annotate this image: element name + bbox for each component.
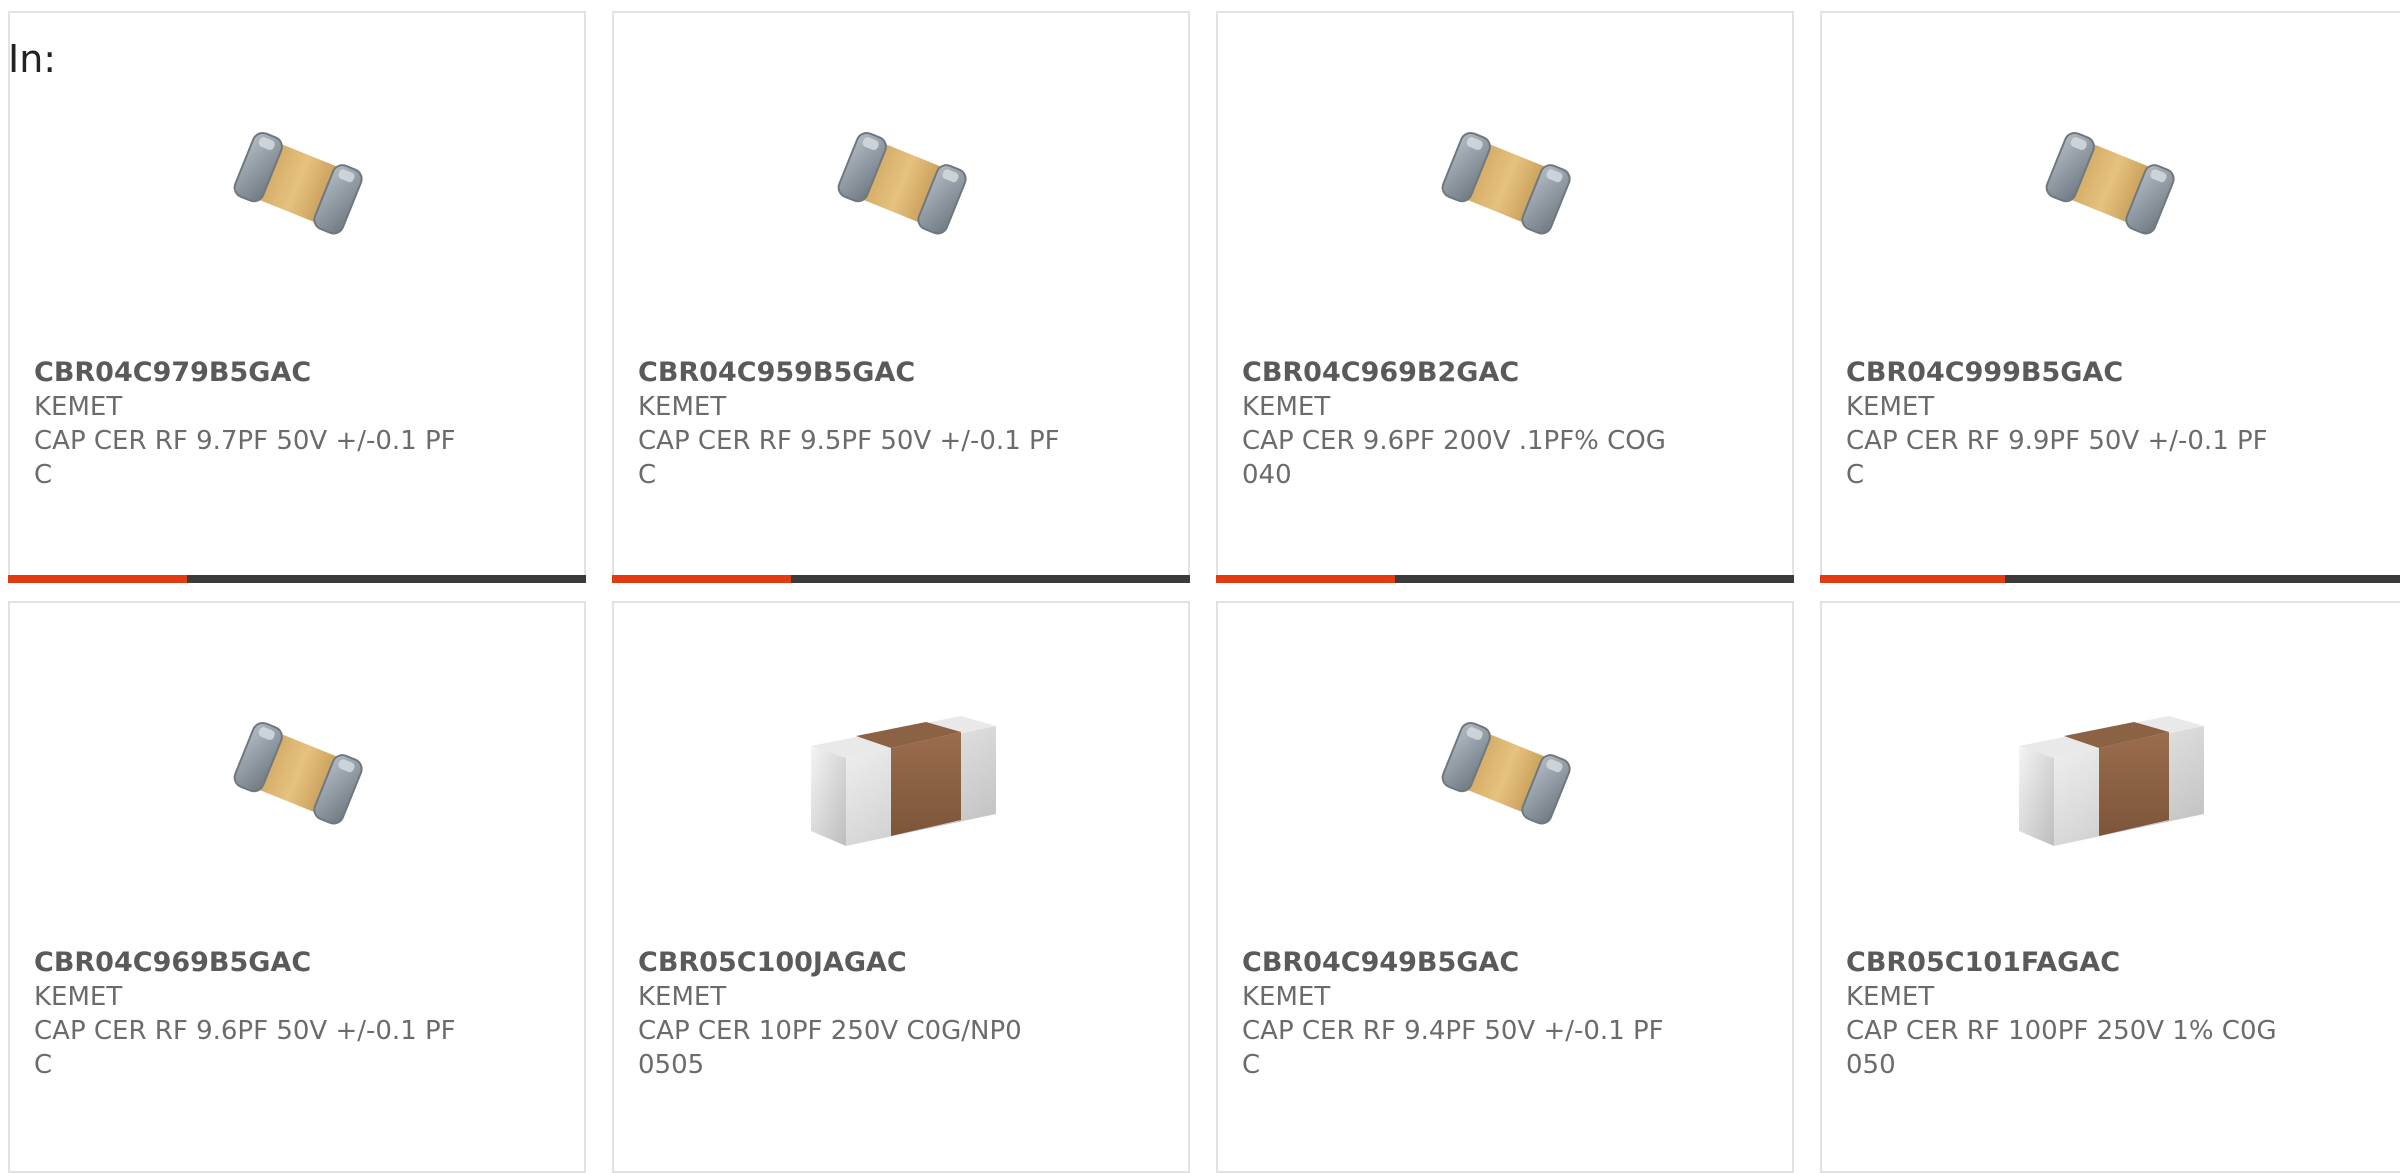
capacitor-image xyxy=(2045,131,2175,235)
product-card[interactable]: CBR04C979B5GAC KEMET CAP CER RF 9.7PF 50V … xyxy=(8,11,586,583)
product-info: CBR05C101FAGAC KEMET CAP CER RF 100PF 250V… xyxy=(1846,946,2286,1082)
part-number[interactable]: CBR04C969B2GAC xyxy=(1242,356,1682,390)
description-line-2: 0505 xyxy=(638,1050,705,1080)
description-line-2: C xyxy=(34,1050,53,1080)
product-info: CBR05C100JAGAC KEMET CAP CER 10PF 250V C0G… xyxy=(638,946,1078,1082)
description-line-1: CAP CER 10PF 250V C0G/NP0 xyxy=(638,1016,1022,1046)
product-thumbnail[interactable] xyxy=(1405,676,1605,876)
capacitor-image xyxy=(1441,131,1571,235)
capacitor-image xyxy=(811,716,996,846)
product-info: CBR04C959B5GAC KEMET CAP CER RF 9.5PF 50V … xyxy=(638,356,1078,492)
description-line-1: CAP CER RF 9.4PF 50V +/-0.1 PF xyxy=(1242,1016,1664,1046)
progress-fill xyxy=(612,575,792,583)
product-info: CBR04C979B5GAC KEMET CAP CER RF 9.7PF 50V … xyxy=(34,356,474,492)
description-line-1: CAP CER RF 100PF 250V 1% C0G xyxy=(1846,1016,2277,1046)
part-number[interactable]: CBR05C101FAGAC xyxy=(1846,946,2286,980)
progress-bar xyxy=(1820,575,2400,583)
description-line-2: C xyxy=(1242,1050,1261,1080)
product-info: CBR04C999B5GAC KEMET CAP CER RF 9.9PF 50V … xyxy=(1846,356,2286,492)
capacitor-image xyxy=(2019,716,2204,846)
description-line-2: C xyxy=(638,460,657,490)
part-number[interactable]: CBR05C100JAGAC xyxy=(638,946,1078,980)
product-card[interactable]: CBR04C969B5GAC KEMET CAP CER RF 9.6PF 50V … xyxy=(8,601,586,1173)
product-info: CBR04C949B5GAC KEMET CAP CER RF 9.4PF 50V … xyxy=(1242,946,1682,1082)
description-line-2: 040 xyxy=(1242,460,1292,490)
part-number[interactable]: CBR04C969B5GAC xyxy=(34,946,474,980)
in-label: In: xyxy=(8,37,57,81)
product-card[interactable]: CBR05C100JAGAC KEMET CAP CER 10PF 250V C0G… xyxy=(612,601,1190,1173)
capacitor-image xyxy=(233,131,363,235)
product-card[interactable]: CBR04C969B2GAC KEMET CAP CER 9.6PF 200V .1… xyxy=(1216,11,1794,583)
product-card[interactable]: CBR04C949B5GAC KEMET CAP CER RF 9.4PF 50V … xyxy=(1216,601,1794,1173)
product-thumbnail[interactable] xyxy=(2009,86,2209,286)
part-number[interactable]: CBR04C979B5GAC xyxy=(34,356,474,390)
description-line-2: 050 xyxy=(1846,1050,1896,1080)
manufacturer: KEMET xyxy=(1242,982,1331,1012)
description-line-1: CAP CER RF 9.9PF 50V +/-0.1 PF xyxy=(1846,426,2268,456)
manufacturer: KEMET xyxy=(34,982,123,1012)
progress-bar xyxy=(8,575,586,583)
product-info: CBR04C969B5GAC KEMET CAP CER RF 9.6PF 50V … xyxy=(34,946,474,1082)
product-thumbnail[interactable] xyxy=(801,676,1001,876)
part-number[interactable]: CBR04C949B5GAC xyxy=(1242,946,1682,980)
manufacturer: KEMET xyxy=(1846,982,1935,1012)
manufacturer: KEMET xyxy=(638,392,727,422)
description-line-2: C xyxy=(34,460,53,490)
part-number[interactable]: CBR04C959B5GAC xyxy=(638,356,1078,390)
product-card[interactable]: CBR05C101FAGAC KEMET CAP CER RF 100PF 250V… xyxy=(1820,601,2400,1173)
capacitor-image xyxy=(837,131,967,235)
progress-bar xyxy=(1216,575,1794,583)
product-thumbnail[interactable] xyxy=(801,86,1001,286)
product-card[interactable]: CBR04C959B5GAC KEMET CAP CER RF 9.5PF 50V … xyxy=(612,11,1190,583)
capacitor-image xyxy=(233,721,363,825)
capacitor-image xyxy=(1441,721,1571,825)
manufacturer: KEMET xyxy=(34,392,123,422)
description-line-2: C xyxy=(1846,460,1865,490)
description-line-1: CAP CER RF 9.7PF 50V +/-0.1 PF xyxy=(34,426,456,456)
part-number[interactable]: CBR04C999B5GAC xyxy=(1846,356,2286,390)
manufacturer: KEMET xyxy=(1846,392,1935,422)
progress-fill xyxy=(8,575,188,583)
description-line-1: CAP CER 9.6PF 200V .1PF% COG xyxy=(1242,426,1666,456)
product-thumbnail[interactable] xyxy=(197,676,397,876)
manufacturer: KEMET xyxy=(638,982,727,1012)
progress-bar xyxy=(612,575,1190,583)
manufacturer: KEMET xyxy=(1242,392,1331,422)
progress-fill xyxy=(1820,575,2006,583)
product-card[interactable]: CBR04C999B5GAC KEMET CAP CER RF 9.9PF 50V … xyxy=(1820,11,2400,583)
product-grid: CBR04C979B5GAC KEMET CAP CER RF 9.7PF 50V … xyxy=(8,11,2400,1173)
description-line-1: CAP CER RF 9.5PF 50V +/-0.1 PF xyxy=(638,426,1060,456)
product-thumbnail[interactable] xyxy=(2009,676,2209,876)
product-thumbnail[interactable] xyxy=(197,86,397,286)
product-thumbnail[interactable] xyxy=(1405,86,1605,286)
progress-fill xyxy=(1216,575,1396,583)
product-info: CBR04C969B2GAC KEMET CAP CER 9.6PF 200V .1… xyxy=(1242,356,1682,492)
description-line-1: CAP CER RF 9.6PF 50V +/-0.1 PF xyxy=(34,1016,456,1046)
